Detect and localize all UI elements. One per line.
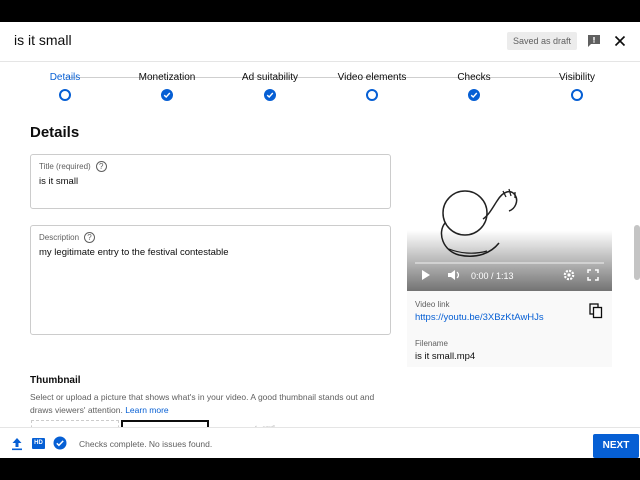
checks-complete-icon[interactable] xyxy=(53,436,67,450)
scrollbar-thumb[interactable] xyxy=(634,225,640,280)
upload-thumbnail-button[interactable] xyxy=(31,420,119,427)
description-field[interactable]: Description ? my legitimate entry to the… xyxy=(30,225,391,335)
help-icon[interactable]: ? xyxy=(95,161,107,172)
check-icon xyxy=(264,89,276,101)
thumbnail-option[interactable] xyxy=(306,420,394,427)
video-progress-bar[interactable] xyxy=(415,262,604,264)
feedback-icon[interactable] xyxy=(586,33,602,49)
settings-gear-icon[interactable] xyxy=(563,269,575,281)
step-ad-suitability[interactable]: Ad suitability xyxy=(225,72,315,101)
step-current-icon xyxy=(59,89,71,101)
fullscreen-icon[interactable] xyxy=(587,269,599,281)
check-icon xyxy=(161,89,173,101)
learn-more-link[interactable]: Learn more xyxy=(125,405,168,415)
video-link[interactable]: https://youtu.be/3XBzKtAwHJs xyxy=(415,312,544,323)
thumbnail-heading: Thumbnail xyxy=(30,375,81,386)
thumbnail-sketch-image xyxy=(306,420,394,427)
step-checks[interactable]: Checks xyxy=(429,72,519,101)
step-details[interactable]: Details xyxy=(20,72,110,101)
thumbnail-help-text: Select or upload a picture that shows wh… xyxy=(30,392,375,415)
step-label: Visibility xyxy=(559,72,595,83)
step-label: Ad suitability xyxy=(241,72,299,83)
video-link-block: Video link https://youtu.be/3XBzKtAwHJs xyxy=(415,300,544,323)
video-preview-card: 0:00 / 1:13 Video link https://youtu.be/… xyxy=(407,175,612,367)
draft-status-badge: Saved as draft xyxy=(507,32,578,50)
thumbnail-option[interactable]: ℓ ◦ ᵴᵯᵅˡˡ xyxy=(213,420,301,427)
details-panel: Details Title (required) ? is it small D… xyxy=(0,107,640,427)
video-controls-gradient xyxy=(407,230,612,291)
upload-icon[interactable] xyxy=(11,437,23,451)
title-label-text: Title (required) xyxy=(39,162,91,171)
filename-value: is it small.mp4 xyxy=(415,351,476,362)
checks-status-text: Checks complete. No issues found. xyxy=(79,439,213,449)
filename-label: Filename xyxy=(415,339,448,348)
check-icon xyxy=(468,89,480,101)
title-input[interactable]: is it small xyxy=(39,176,78,187)
filename-block: Filename is it small.mp4 xyxy=(415,339,475,362)
video-time: 0:00 / 1:13 xyxy=(471,271,514,281)
dialog-header: is it small Saved as draft xyxy=(0,22,640,62)
thumbnail-option-selected[interactable] xyxy=(121,420,209,427)
close-icon[interactable] xyxy=(612,33,628,49)
hd-badge-icon: HD xyxy=(32,438,45,449)
step-visibility[interactable]: Visibility xyxy=(532,72,622,101)
play-icon[interactable] xyxy=(421,269,431,281)
step-label: Details xyxy=(49,72,81,83)
step-label: Monetization xyxy=(138,72,196,83)
upload-dialog: is it small Saved as draft Details Monet… xyxy=(0,22,640,458)
step-pending-icon xyxy=(571,89,583,101)
thumbnail-description: Select or upload a picture that shows wh… xyxy=(30,391,390,417)
step-label: Video elements xyxy=(337,72,407,83)
description-field-label: Description ? xyxy=(39,232,96,243)
step-monetization[interactable]: Monetization xyxy=(122,72,212,101)
description-input[interactable]: my legitimate entry to the festival cont… xyxy=(39,247,229,258)
title-field-label: Title (required) ? xyxy=(39,161,107,172)
video-title-heading: is it small xyxy=(14,32,72,48)
step-pending-icon xyxy=(366,89,378,101)
next-button[interactable]: NEXT xyxy=(593,434,639,458)
video-link-label: Video link xyxy=(415,300,450,309)
step-label: Checks xyxy=(457,72,491,83)
title-field[interactable]: Title (required) ? is it small xyxy=(30,154,391,209)
description-label-text: Description xyxy=(39,233,80,242)
help-icon[interactable]: ? xyxy=(84,232,96,243)
dialog-footer: HD Checks complete. No issues found. NEX… xyxy=(0,427,640,458)
copy-icon[interactable] xyxy=(589,303,603,324)
thumbnail-sketch-image: ℓ ◦ ᵴᵯᵅˡˡ xyxy=(255,425,275,427)
volume-icon[interactable] xyxy=(447,269,461,281)
step-video-elements[interactable]: Video elements xyxy=(327,72,417,101)
section-heading: Details xyxy=(30,124,80,141)
video-player[interactable]: 0:00 / 1:13 xyxy=(407,175,612,291)
